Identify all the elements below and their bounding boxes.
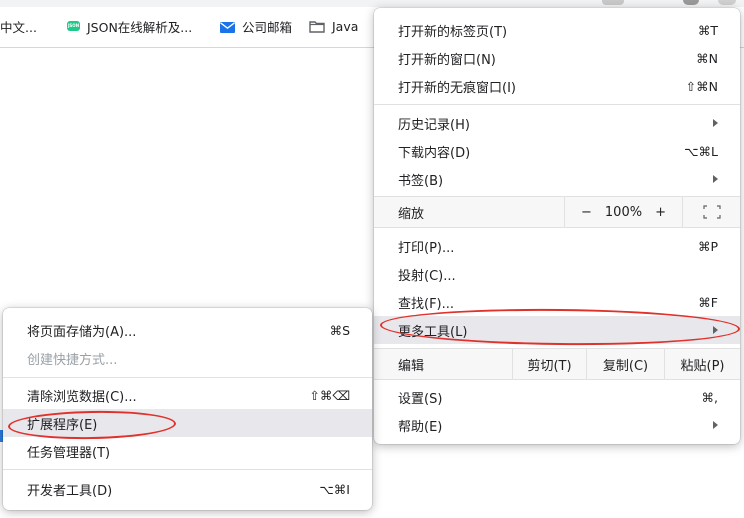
bookmark-item-mail[interactable]: 公司邮箱 xyxy=(220,17,292,35)
menu-item-label: 开发者工具(D) xyxy=(27,483,113,499)
bookmark-item-truncated[interactable]: 中文... xyxy=(0,17,37,35)
menu-item-label: 打开新的窗口(N) xyxy=(398,52,496,68)
chevron-right-icon xyxy=(713,175,718,183)
menu-item-downloads[interactable]: 下载内容(D) ⌥⌘L xyxy=(374,137,740,165)
toolbar-edge xyxy=(602,0,624,5)
fullscreen-icon xyxy=(702,205,721,219)
menu-item-new-window[interactable]: 打开新的窗口(N) ⌘N xyxy=(374,44,740,72)
menu-item-label: 清除浏览数据(C)... xyxy=(27,389,137,405)
menu-item-label: 创建快捷方式... xyxy=(27,352,118,368)
bookmark-label: 中文... xyxy=(0,19,37,35)
paste-label: 粘贴(P) xyxy=(680,358,725,374)
menu-item-more-tools[interactable]: 更多工具(L) xyxy=(374,316,740,344)
shortcut-label: ⌘N xyxy=(696,50,718,66)
menu-item-label: 帮助(E) xyxy=(398,419,443,435)
zoom-level: 100% xyxy=(604,204,643,220)
menu-item-help[interactable]: 帮助(E) xyxy=(374,411,740,439)
cut-button[interactable]: 剪切(T) xyxy=(512,349,586,379)
chevron-right-icon xyxy=(713,119,718,127)
menu-button-edge xyxy=(718,0,736,5)
bookmark-label: Java xyxy=(332,18,359,34)
menu-item-label: 更多工具(L) xyxy=(398,324,468,340)
submenu-item-create-shortcut: 创建快捷方式... xyxy=(3,344,372,372)
submenu-item-dev-tools[interactable]: 开发者工具(D) ⌥⌘I xyxy=(3,475,372,503)
fullscreen-button[interactable] xyxy=(682,197,740,227)
zoom-controls: − 100% + xyxy=(564,197,682,227)
menu-separator xyxy=(374,104,740,105)
bookmark-item-json[interactable]: JSON JSON在线解析及... xyxy=(67,17,192,35)
menu-item-label: 扩展程序(E) xyxy=(27,417,98,433)
menu-item-label: 设置(S) xyxy=(398,391,443,407)
menu-item-settings[interactable]: 设置(S) ⌘, xyxy=(374,383,740,411)
shortcut-label: ⌘P xyxy=(697,238,718,254)
bookmark-folder-java[interactable]: Java xyxy=(309,17,358,35)
menu-item-label: 打开新的标签页(T) xyxy=(398,24,508,40)
menu-item-new-tab[interactable]: 打开新的标签页(T) ⌘T xyxy=(374,16,740,44)
zoom-label: 缩放 xyxy=(398,206,425,222)
mail-icon xyxy=(220,21,235,33)
menu-separator xyxy=(3,469,372,470)
shortcut-label: ⌥⌘I xyxy=(319,481,350,497)
paste-button[interactable]: 粘贴(P) xyxy=(664,349,740,379)
zoom-out-button[interactable]: − xyxy=(581,205,592,220)
edit-row: 编辑 剪切(T) 复制(C) 粘贴(P) xyxy=(374,348,740,380)
menu-item-label: 打开新的无痕窗口(I) xyxy=(398,80,516,96)
copy-button[interactable]: 复制(C) xyxy=(586,349,664,379)
zoom-in-button[interactable]: + xyxy=(655,205,666,220)
shortcut-label: ⇧⌘N xyxy=(685,78,718,94)
menu-item-cast[interactable]: 投射(C)... xyxy=(374,260,740,288)
chevron-right-icon xyxy=(713,326,718,334)
menu-item-find[interactable]: 查找(F)... ⌘F xyxy=(374,288,740,316)
bookmark-label: JSON在线解析及... xyxy=(87,19,193,35)
cut-label: 剪切(T) xyxy=(527,358,572,374)
shortcut-label: ⌘S xyxy=(329,322,350,338)
menu-item-new-incognito[interactable]: 打开新的无痕窗口(I) ⇧⌘N xyxy=(374,72,740,100)
more-tools-submenu: 将页面存储为(A)... ⌘S 创建快捷方式... 清除浏览数据(C)... ⇧… xyxy=(3,308,372,510)
json-icon: JSON xyxy=(67,21,80,31)
copy-label: 复制(C) xyxy=(602,358,649,374)
menu-item-print[interactable]: 打印(P)... ⌘P xyxy=(374,232,740,260)
menu-item-label: 打印(P)... xyxy=(398,240,455,256)
shortcut-label: ⌘, xyxy=(701,389,718,405)
chevron-right-icon xyxy=(713,421,718,429)
menu-item-label: 历史记录(H) xyxy=(398,117,470,133)
submenu-item-save-page[interactable]: 将页面存储为(A)... ⌘S xyxy=(3,316,372,344)
menu-item-label: 查找(F)... xyxy=(398,296,455,312)
shortcut-label: ⌥⌘L xyxy=(684,143,718,159)
profile-avatar-edge xyxy=(683,0,699,5)
submenu-item-task-manager[interactable]: 任务管理器(T) xyxy=(3,437,372,465)
submenu-item-extensions[interactable]: 扩展程序(E) xyxy=(3,409,372,437)
submenu-item-clear-data[interactable]: 清除浏览数据(C)... ⇧⌘⌫ xyxy=(3,381,372,409)
edit-label: 编辑 xyxy=(398,358,425,374)
tab-strip xyxy=(0,0,744,7)
shortcut-label: ⌘F xyxy=(698,294,718,310)
menu-item-label: 下载内容(D) xyxy=(398,145,471,161)
menu-separator xyxy=(3,377,372,378)
shortcut-label: ⇧⌘⌫ xyxy=(309,387,350,403)
zoom-row: 缩放 − 100% + xyxy=(374,196,740,228)
menu-item-label: 书签(B) xyxy=(398,173,444,189)
menu-item-bookmarks[interactable]: 书签(B) xyxy=(374,165,740,193)
folder-icon xyxy=(309,20,325,33)
bookmark-label: 公司邮箱 xyxy=(242,19,293,35)
menu-item-label: 将页面存储为(A)... xyxy=(27,324,137,340)
menu-item-label: 投射(C)... xyxy=(398,268,456,284)
chrome-main-menu: 打开新的标签页(T) ⌘T 打开新的窗口(N) ⌘N 打开新的无痕窗口(I) ⇧… xyxy=(374,8,740,444)
menu-item-label: 任务管理器(T) xyxy=(27,445,111,461)
menu-item-history[interactable]: 历史记录(H) xyxy=(374,109,740,137)
shortcut-label: ⌘T xyxy=(697,22,718,38)
